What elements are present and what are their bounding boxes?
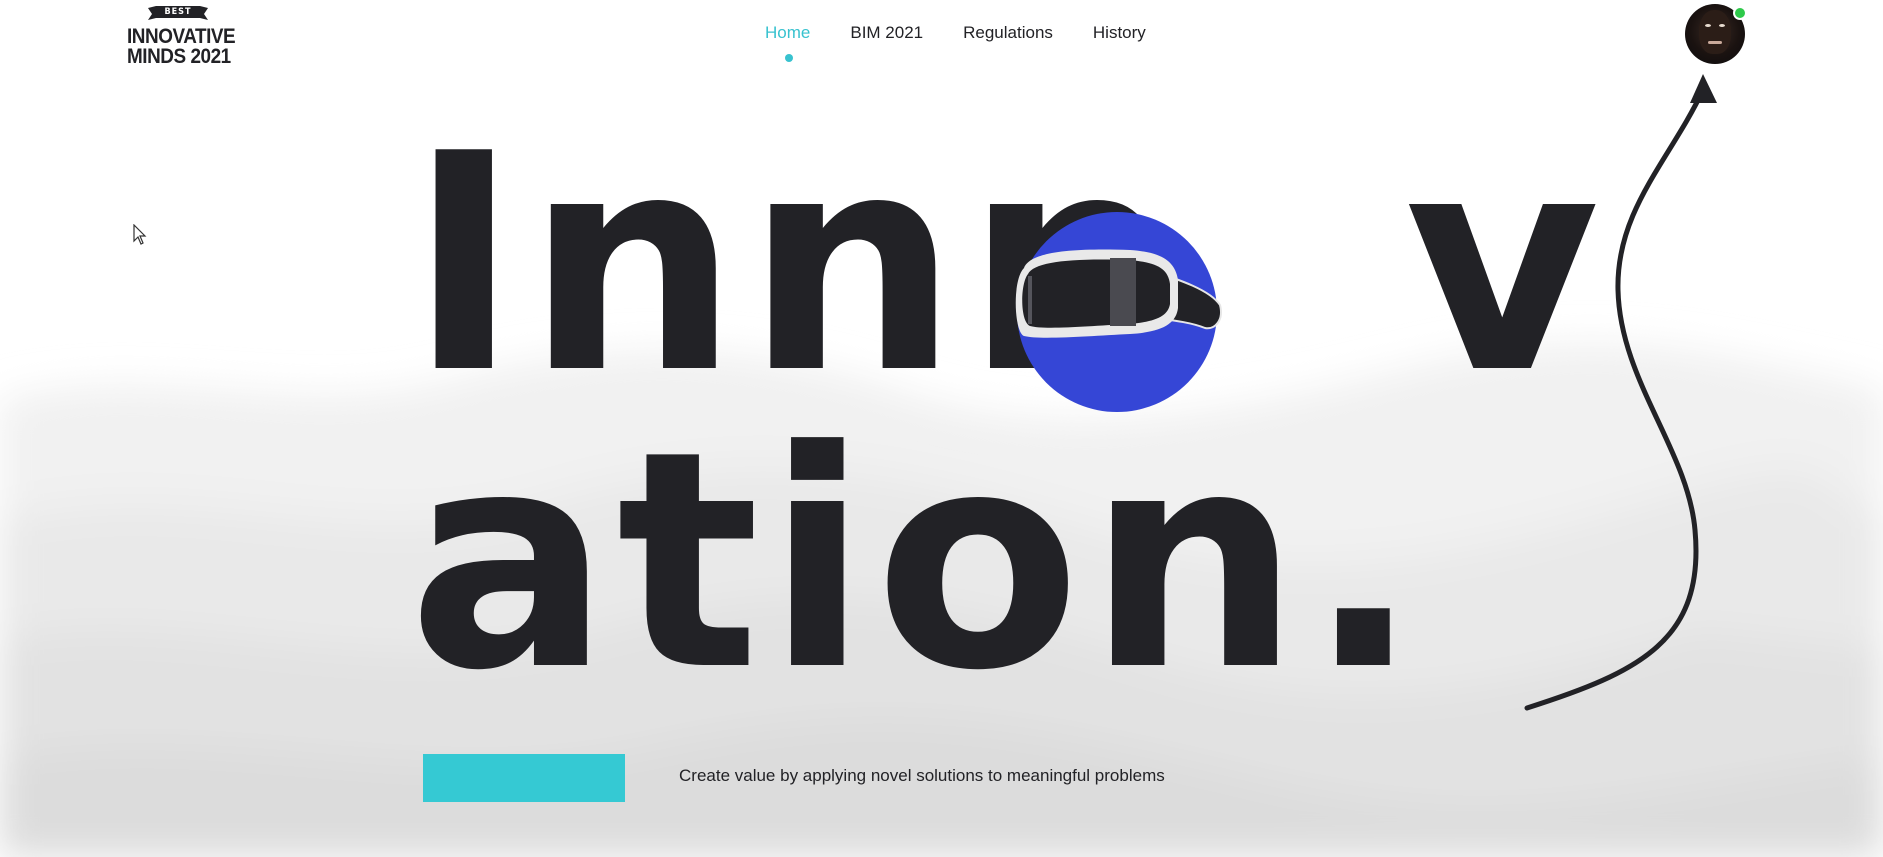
nav-item-label: Home <box>765 23 811 42</box>
active-indicator-dot <box>785 54 793 62</box>
nav-item-regulations[interactable]: Regulations <box>963 23 1053 53</box>
avatar-face <box>1699 10 1731 54</box>
avatar-eye-right <box>1719 24 1725 27</box>
avatar-mouth <box>1708 41 1722 44</box>
hero-title-line-1: Innnv <box>408 115 1606 415</box>
logo-badge-text: BEST <box>164 7 192 17</box>
nav-item-label: Regulations <box>963 23 1053 42</box>
main-nav: Home BIM 2021 Regulations History <box>765 23 1146 62</box>
nav-item-home[interactable]: Home <box>765 23 811 62</box>
hero-title-line-2: ation. <box>408 387 1427 736</box>
mouse-cursor-icon <box>133 224 147 245</box>
nav-item-label: BIM 2021 <box>850 23 924 42</box>
page: BEST INNOVATIVE MINDS 2021 Home BIM 2021… <box>0 0 1883 857</box>
logo-line-1: INNOVATIVE <box>127 25 236 48</box>
site-logo[interactable]: BEST INNOVATIVE MINDS 2021 <box>124 4 236 68</box>
online-status-dot <box>1733 6 1747 20</box>
accent-bar <box>423 754 625 802</box>
curved-arrow-icon <box>1524 74 1717 711</box>
nav-item-label: History <box>1092 23 1146 42</box>
nav-item-history[interactable]: History <box>1093 23 1146 53</box>
nav-item-bim-2021[interactable]: BIM 2021 <box>850 23 923 53</box>
logo-line-2: MINDS 2021 <box>127 45 231 68</box>
avatar-eye-left <box>1705 24 1711 27</box>
vr-headset-icon <box>1015 212 1222 412</box>
hero-tagline: Create value by applying novel solutions… <box>679 766 1165 785</box>
